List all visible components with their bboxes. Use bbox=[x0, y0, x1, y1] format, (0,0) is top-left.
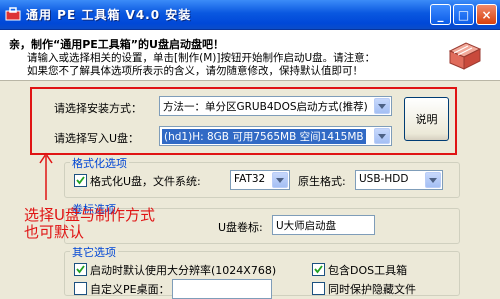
target-disk-label: 请选择写入U盘： bbox=[54, 132, 140, 145]
format-options-title: 格式化选项 bbox=[70, 155, 129, 171]
include-dos-checkbox[interactable] bbox=[312, 263, 325, 276]
dropdown-arrow-icon[interactable] bbox=[272, 172, 288, 188]
custom-desktop-select[interactable] bbox=[172, 279, 272, 299]
dropdown-arrow-icon[interactable] bbox=[425, 172, 441, 188]
minimize-button[interactable]: _ bbox=[430, 4, 451, 25]
resolution-checkbox-label: 启动时默认使用大分辨率(1024X768) bbox=[90, 264, 277, 277]
toolbox-icon bbox=[448, 42, 482, 70]
protect-hidden-label: 同时保护隐藏文件 bbox=[328, 283, 416, 296]
install-method-value: 方法一：单分区GRUB4DOS启动方式(推荐) bbox=[163, 101, 368, 113]
include-dos-label: 包含DOS工具箱 bbox=[328, 264, 408, 277]
maximize-button[interactable]: □ bbox=[453, 4, 474, 25]
protect-hidden-checkbox[interactable] bbox=[312, 282, 325, 295]
window-title: 通用 PE 工具箱 V4.0 安装 bbox=[26, 8, 192, 22]
annotation-line2: 也可默认 bbox=[24, 223, 85, 241]
custom-desktop-label: 自定义PE桌面： bbox=[90, 283, 170, 296]
header-warning: 如果您不了解具体选项所表示的含义，请勿随意修改，保持默认值即可！ bbox=[27, 65, 363, 77]
volume-label-label: U盘卷标: bbox=[218, 221, 263, 234]
volume-label-value: U大师启动盘 bbox=[276, 220, 337, 232]
resolution-checkbox[interactable] bbox=[74, 263, 87, 276]
original-format-label: 原生格式: bbox=[298, 175, 346, 188]
filesystem-select[interactable]: FAT32 bbox=[230, 170, 290, 190]
annotation-arrow bbox=[39, 152, 53, 200]
custom-desktop-checkbox[interactable] bbox=[74, 282, 87, 295]
original-format-value: USB-HDD bbox=[359, 173, 409, 185]
explain-button[interactable]: 说明 bbox=[404, 97, 449, 141]
check-icon bbox=[314, 265, 323, 274]
annotation-line1: 选择U盘与制作方式 bbox=[24, 206, 155, 224]
filesystem-value: FAT32 bbox=[234, 173, 266, 185]
other-options-title: 其它选项 bbox=[70, 244, 118, 260]
close-button[interactable]: × bbox=[476, 4, 497, 25]
dropdown-arrow-icon[interactable] bbox=[374, 98, 390, 114]
install-method-select[interactable]: 方法一：单分区GRUB4DOS启动方式(推荐) bbox=[159, 96, 392, 116]
check-icon bbox=[76, 176, 85, 185]
volume-label-input[interactable]: U大师启动盘 bbox=[272, 215, 375, 235]
target-disk-value: (hd1)H: 8GB 可用7565MB 空间1415MB bbox=[162, 129, 366, 144]
format-checkbox[interactable] bbox=[74, 174, 87, 187]
dropdown-arrow-icon[interactable] bbox=[374, 128, 390, 144]
original-format-select[interactable]: USB-HDD bbox=[355, 170, 443, 190]
target-disk-select[interactable]: (hd1)H: 8GB 可用7565MB 空间1415MB bbox=[159, 126, 392, 146]
app-icon bbox=[5, 7, 21, 21]
format-checkbox-label: 格式化U盘，文件系统: bbox=[90, 175, 201, 188]
install-method-label: 请选择安装方式： bbox=[54, 102, 142, 115]
check-icon bbox=[76, 265, 85, 274]
